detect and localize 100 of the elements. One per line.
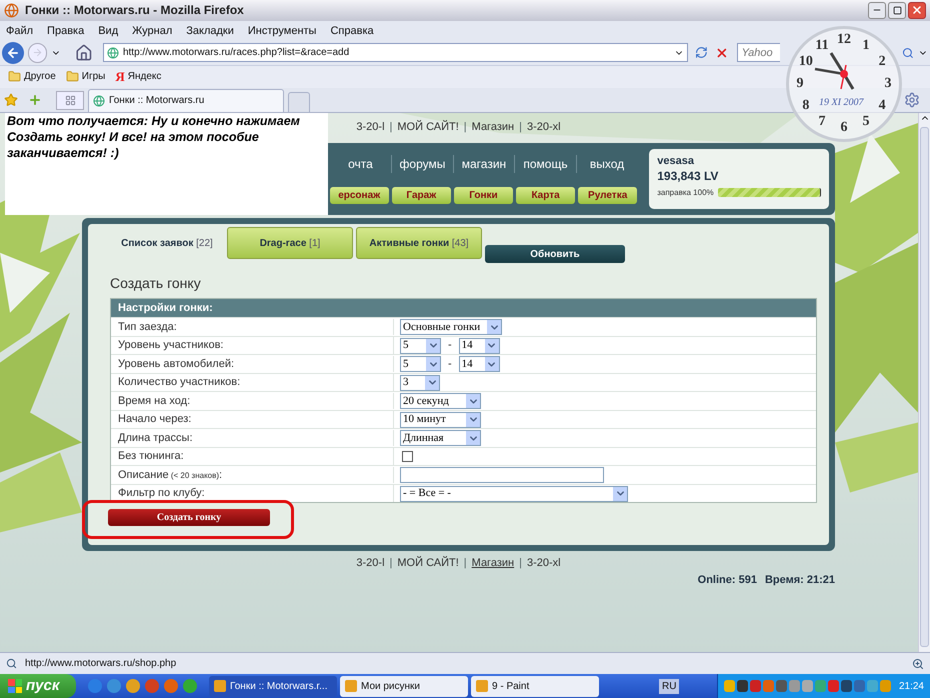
taskbar-task[interactable]: Мои рисунки (340, 676, 468, 697)
site-link[interactable]: 3-20-xl (526, 118, 561, 136)
dropdown-field[interactable]: 14 (458, 356, 500, 372)
dropdown-field[interactable]: Длинная (400, 430, 481, 446)
quick-launch-icon[interactable] (183, 679, 197, 694)
separator: | (519, 120, 522, 135)
menu-item[interactable]: Правка (47, 22, 84, 40)
settings-icon[interactable] (904, 92, 920, 108)
nav-link[interactable]: магазин (452, 155, 514, 174)
site-link[interactable]: Магазин (472, 555, 514, 572)
back-arrow-icon (6, 46, 20, 60)
quick-launch-icon[interactable] (107, 679, 121, 694)
description-field[interactable] (400, 467, 604, 484)
grid-icon (64, 94, 76, 106)
back-button[interactable] (2, 42, 24, 64)
tray-icon[interactable] (724, 680, 735, 692)
site-link[interactable]: Магазин (472, 118, 514, 136)
maximize-button[interactable] (888, 2, 906, 19)
nav-link[interactable]: выход (576, 155, 638, 174)
separator: | (390, 120, 392, 135)
field-label: Время на ход: (111, 392, 394, 410)
bookmark[interactable]: Игры (66, 69, 106, 84)
address-field[interactable]: http://www.motorwars.ru/races.php?list=&race=add (102, 43, 688, 62)
race-tab[interactable]: Drag-race [1] (227, 227, 353, 260)
dropdown-field[interactable]: 20 секунд (400, 393, 481, 410)
dropdown-field[interactable]: 3 (400, 374, 440, 391)
home-icon[interactable] (75, 44, 93, 62)
nav-button[interactable]: Рулетка (578, 187, 638, 204)
note-text: Вот что получается: Ну и конечно нажимаем Создать гонку! И все! на этом пособие заканчивается! :) (5, 112, 328, 215)
browser-tab[interactable]: Гонки :: Motorwars.ru (88, 88, 284, 112)
dropdown-field[interactable]: 14 (458, 338, 500, 354)
tray-icon[interactable] (840, 680, 852, 692)
menu-item[interactable]: Файл (6, 22, 34, 40)
taskbar-task[interactable]: 9 - Paint (471, 676, 599, 697)
bookmark[interactable]: Другое (8, 69, 56, 84)
clock-numeral: 1 (862, 38, 870, 53)
race-tab[interactable]: Активные гонки [43] (356, 227, 482, 260)
quick-launch-icon[interactable] (145, 679, 159, 694)
nav-link[interactable]: помощь (514, 155, 576, 174)
site-link[interactable]: МОЙ САЙТ! (397, 118, 459, 136)
tab-list-button[interactable] (56, 90, 84, 110)
separator: | (390, 556, 392, 572)
stop-icon[interactable] (714, 46, 729, 60)
bookmark-star-icon[interactable] (4, 92, 18, 107)
nav-button[interactable]: Гараж (392, 187, 451, 204)
site-link[interactable]: 3-20-l (356, 555, 385, 572)
nav-button[interactable]: ерсонаж (330, 187, 389, 204)
create-race-button[interactable]: Создать гонку (108, 509, 270, 526)
clock-numeral: 4 (878, 99, 886, 113)
fuel-label: заправка 100% (657, 186, 714, 199)
folder-icon (8, 70, 21, 84)
taskbar-task[interactable]: Гонки :: Motorwars.r... (209, 676, 337, 697)
race-tab[interactable]: Список заявок [22] (110, 227, 224, 260)
bookmark[interactable]: Я Яндекс (115, 67, 162, 87)
scrollbar[interactable] (918, 112, 930, 652)
tray-icon[interactable] (750, 680, 761, 692)
refresh-button[interactable]: Обновить (485, 245, 625, 264)
nav-link[interactable]: очта (330, 155, 392, 174)
quick-launch-icon[interactable] (164, 679, 178, 694)
nav-link[interactable]: форумы (391, 155, 453, 174)
tray-icon[interactable] (854, 680, 865, 692)
site-link[interactable]: 3-20-xl (526, 555, 561, 572)
search-icon[interactable] (902, 46, 914, 59)
add-bookmark-icon[interactable] (28, 92, 42, 107)
site-link[interactable]: МОЙ САЙТ! (397, 555, 459, 572)
online-count: Online: 591 (698, 572, 757, 588)
field-label: Уровень участников: (111, 337, 394, 354)
field-label: Начало через: (111, 411, 394, 428)
dropdown-field[interactable]: - = Все = - (400, 486, 628, 502)
zoom-icon[interactable] (912, 658, 924, 670)
quick-launch-icon[interactable] (88, 679, 102, 694)
menu-item[interactable]: Закладки (186, 22, 234, 40)
reload-icon[interactable] (695, 46, 708, 60)
dropdown-field[interactable]: 5 (400, 356, 441, 372)
search-icon (6, 658, 17, 670)
dropdown-field[interactable]: Основные гонки (400, 319, 502, 336)
nav-button[interactable]: Карта (516, 187, 576, 204)
menu-item[interactable]: Инструменты (248, 22, 316, 40)
close-button[interactable] (908, 2, 926, 19)
tray-icon[interactable] (736, 680, 748, 692)
forward-arrow-icon (32, 47, 44, 58)
clock-numeral: 2 (878, 55, 886, 69)
dropdown-field[interactable]: 10 минут (400, 412, 481, 428)
quick-launch-icon[interactable] (126, 679, 140, 694)
dropdown-field[interactable]: 5 (400, 338, 441, 354)
language-indicator[interactable]: RU (659, 678, 680, 694)
menu-item[interactable]: Журнал (132, 22, 172, 40)
tray-icon[interactable] (776, 680, 787, 692)
maximize-icon (892, 6, 902, 15)
tray-icon[interactable] (828, 680, 839, 692)
range-separator: - (448, 338, 452, 354)
search-field[interactable]: Yahoo (736, 43, 780, 62)
new-tab-button[interactable] (288, 92, 310, 112)
menu-item[interactable]: Вид (98, 22, 118, 40)
checkbox[interactable] (402, 451, 413, 462)
menu-item[interactable]: Справка (330, 22, 374, 40)
site-icon (93, 94, 105, 107)
nav-button[interactable]: Гонки (454, 187, 513, 204)
site-link[interactable]: 3-20-l (356, 118, 385, 136)
table-header: Настройки гонки: (111, 299, 816, 318)
